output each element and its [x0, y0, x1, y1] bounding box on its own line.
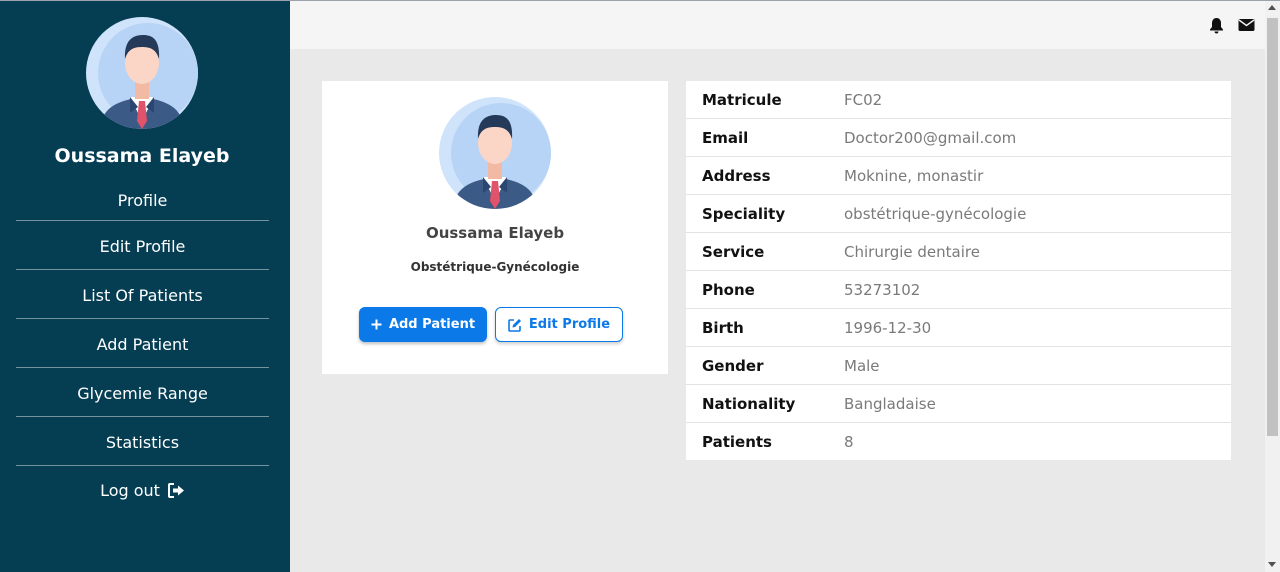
- details-value: Moknine, monastir: [844, 166, 984, 185]
- sidebar-avatar: [86, 17, 198, 129]
- sign-out-icon: [167, 482, 185, 498]
- add-patient-button[interactable]: Add Patient: [359, 307, 487, 342]
- profile-avatar: [439, 97, 551, 209]
- scroll-up-arrow-icon[interactable]: [1268, 5, 1276, 10]
- profile-name: Oussama Elayeb: [425, 224, 565, 242]
- sidebar-user-name: Oussama Elayeb: [54, 145, 230, 167]
- window-top-border: [0, 0, 1280, 1]
- details-row-email: Email Doctor200@gmail.com: [686, 119, 1231, 157]
- bell-icon[interactable]: [1209, 17, 1224, 39]
- details-row-nationality: Nationality Bangladaise: [686, 385, 1231, 423]
- edit-profile-button[interactable]: Edit Profile: [495, 307, 623, 342]
- details-key: Phone: [702, 280, 755, 299]
- envelope-icon[interactable]: [1238, 18, 1255, 37]
- details-value: obstétrique-gynécologie: [844, 204, 1027, 223]
- add-patient-label: Add Patient: [388, 317, 476, 332]
- details-row-gender: Gender Male: [686, 347, 1231, 385]
- sidebar-item-list-of-patients[interactable]: List Of Patients: [16, 270, 269, 319]
- sidebar-item-statistics[interactable]: Statistics: [16, 417, 269, 466]
- logout-label: Log out: [100, 480, 160, 500]
- details-row-service: Service Chirurgie dentaire: [686, 233, 1231, 271]
- details-key: Birth: [702, 318, 744, 337]
- profile-speciality: Obstétrique-Gynécologie: [410, 260, 580, 274]
- details-key: Service: [702, 242, 765, 261]
- details-row-address: Address Moknine, monastir: [686, 157, 1231, 195]
- details-key: Gender: [702, 356, 764, 375]
- details-row-matricule: Matricule FC02: [686, 81, 1231, 119]
- details-value: Bangladaise: [844, 394, 936, 413]
- scroll-down-arrow-icon[interactable]: [1268, 562, 1276, 567]
- details-value: FC02: [844, 90, 883, 109]
- details-key: Email: [702, 128, 749, 147]
- details-key: Nationality: [702, 394, 796, 413]
- details-row-birth: Birth 1996-12-30: [686, 309, 1231, 347]
- profile-card: Oussama Elayeb Obstétrique-Gynécologie A…: [322, 81, 668, 374]
- sidebar-item-edit-profile[interactable]: Edit Profile: [16, 221, 269, 270]
- sidebar-item-add-patient[interactable]: Add Patient: [16, 319, 269, 368]
- details-key: Speciality: [702, 204, 786, 223]
- sidebar-item-profile[interactable]: Profile: [16, 178, 269, 221]
- details-value: Doctor200@gmail.com: [844, 128, 1017, 147]
- edit-profile-label: Edit Profile: [528, 317, 611, 332]
- sidebar-menu: Profile Edit Profile List Of Patients Ad…: [16, 178, 269, 512]
- sidebar-item-glycemie-range[interactable]: Glycemie Range: [16, 368, 269, 417]
- sidebar-item-logout[interactable]: Log out: [16, 466, 269, 512]
- details-value: 8: [844, 432, 854, 451]
- plus-icon: [371, 319, 382, 330]
- details-key: Patients: [702, 432, 772, 451]
- details-value: Chirurgie dentaire: [844, 242, 980, 261]
- scrollbar-thumb[interactable]: [1267, 18, 1278, 436]
- details-key: Address: [702, 166, 771, 185]
- sidebar: Oussama Elayeb Profile Edit Profile List…: [0, 0, 290, 572]
- details-value: 1996-12-30: [844, 318, 932, 337]
- details-row-speciality: Speciality obstétrique-gynécologie: [686, 195, 1231, 233]
- doctor-details-table: Matricule FC02 Email Doctor200@gmail.com…: [686, 81, 1231, 460]
- page-scrollbar[interactable]: [1265, 1, 1280, 572]
- edit-icon: [508, 318, 522, 332]
- details-value: Male: [844, 356, 880, 375]
- details-value: 53273102: [844, 280, 921, 299]
- details-key: Matricule: [702, 90, 782, 109]
- details-row-patients: Patients 8: [686, 423, 1231, 460]
- details-row-phone: Phone 53273102: [686, 271, 1231, 309]
- top-bar: [290, 1, 1265, 49]
